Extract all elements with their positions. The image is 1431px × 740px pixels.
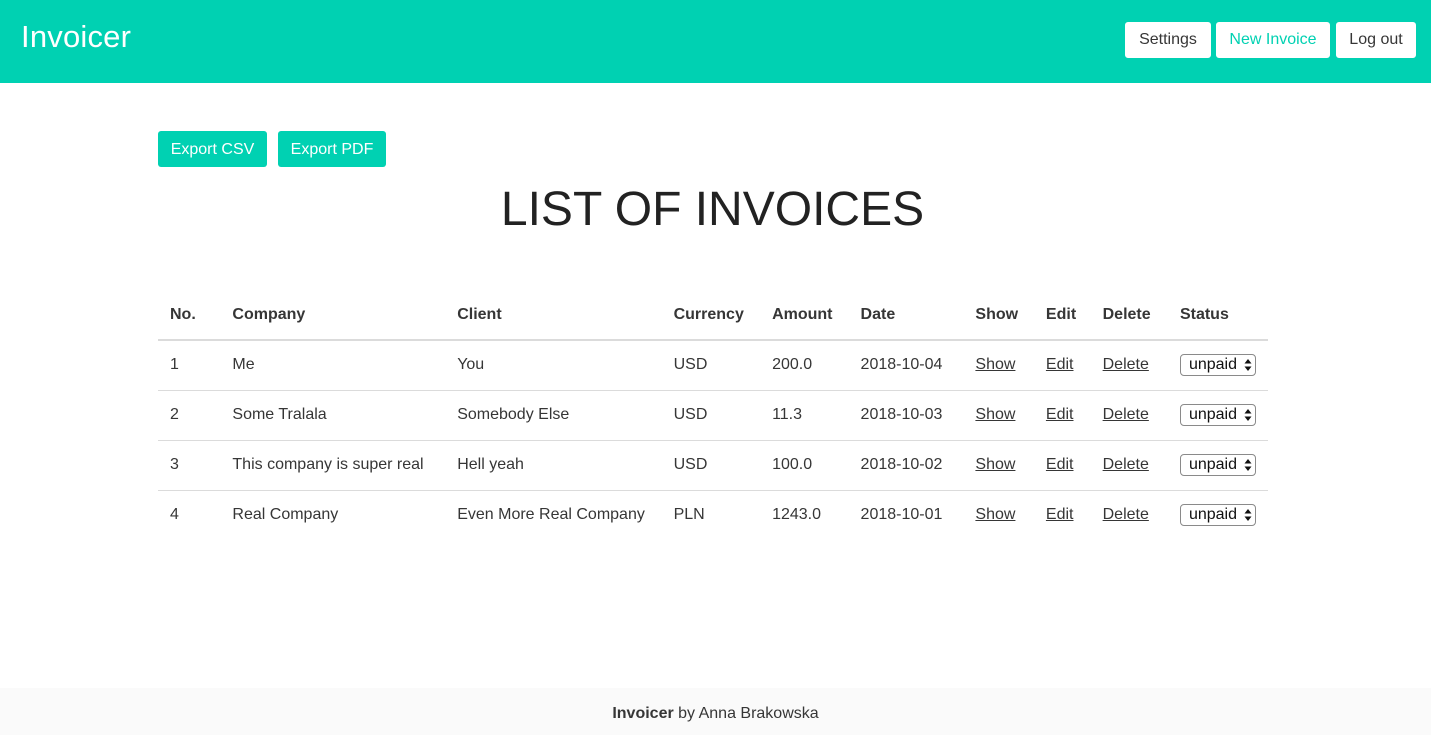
cell-edit: Edit — [1034, 490, 1091, 540]
status-select[interactable]: unpaid — [1179, 354, 1256, 377]
header-edit: Edit — [1033, 291, 1091, 341]
delete-link[interactable]: Delete — [1103, 506, 1149, 523]
show-link[interactable]: Show — [975, 506, 1015, 523]
up-down-arrows-icon — [1244, 459, 1252, 471]
cell-show: Show — [963, 340, 1034, 391]
cell-client: Even More Real Company — [457, 506, 645, 524]
edit-link[interactable]: Edit — [1046, 456, 1074, 473]
header-status: Status — [1167, 291, 1268, 341]
cell-no: 3 — [158, 440, 221, 491]
cell-show: Show — [963, 390, 1034, 441]
cell-edit: Edit — [1033, 340, 1091, 391]
status-value: unpaid — [1188, 356, 1237, 374]
cell-delete: Delete — [1090, 390, 1168, 441]
cell-client: Somebody Else — [445, 390, 662, 441]
export-csv-button[interactable]: Export CSV — [158, 131, 267, 167]
export-pdf-button[interactable]: Export PDF — [278, 131, 386, 167]
show-link[interactable]: Show — [975, 456, 1015, 473]
cell-show: Show — [963, 490, 1034, 540]
cell-client: Hell yeah — [445, 440, 662, 491]
cell-no: 1 — [158, 340, 221, 391]
settings-button[interactable]: Settings — [1125, 22, 1211, 58]
cell-edit: Edit — [1033, 440, 1091, 491]
status-select[interactable]: unpaid — [1179, 504, 1256, 527]
cell-currency: USD — [661, 440, 761, 491]
cell-date: 2018-10-04 — [848, 340, 964, 391]
header-client: Client — [445, 291, 662, 341]
cell-no: 2 — [158, 390, 221, 441]
cell-edit: Edit — [1033, 390, 1091, 441]
status-select[interactable]: unpaid — [1179, 404, 1256, 426]
cell-company: This company is super real — [220, 440, 446, 491]
invoices-table: No. Company Client Currency Amount Date … — [158, 291, 1268, 540]
footer-app-name: Invoicer — [612, 705, 674, 722]
cell-date: 2018-10-03 — [848, 390, 964, 441]
cell-show: Show — [963, 440, 1034, 491]
header-amount: Amount — [760, 291, 849, 341]
show-link[interactable]: Show — [975, 356, 1015, 373]
brand-logo[interactable]: Invoicer — [21, 18, 131, 56]
cell-company: Me — [220, 340, 446, 391]
cell-company: Some Tralala — [220, 390, 446, 441]
table-header-row: No. Company Client Currency Amount Date … — [158, 291, 1268, 341]
logout-button[interactable]: Log out — [1336, 22, 1416, 58]
cell-amount: 11.3 — [760, 390, 849, 441]
header-currency: Currency — [661, 291, 761, 341]
cell-no: 4 — [170, 506, 179, 524]
table-row: 1 Me You USD 200.0 2018-10-04 Show Edit … — [158, 340, 1268, 391]
cell-currency: USD — [661, 390, 761, 441]
show-link[interactable]: Show — [975, 406, 1015, 423]
table-row: 3 This company is super real Hell yeah U… — [158, 440, 1268, 491]
edit-link[interactable]: Edit — [1046, 356, 1074, 373]
delete-link[interactable]: Delete — [1103, 356, 1149, 373]
new-invoice-button[interactable]: New Invoice — [1216, 22, 1330, 58]
cell-currency: USD — [661, 340, 761, 391]
cell-amount: 1243.0 — [772, 506, 821, 524]
page-title: LIST OF INVOICES — [500, 183, 925, 236]
cell-delete: Delete — [1090, 440, 1168, 491]
footer-byline: by Anna Brakowska — [673, 705, 819, 722]
delete-link[interactable]: Delete — [1103, 406, 1149, 423]
header-date: Date — [848, 291, 964, 341]
table-row: 4 Real Company Even More Real Company PL… — [158, 490, 1268, 540]
header-company: Company — [220, 291, 446, 341]
cell-amount: 200.0 — [760, 340, 849, 391]
cell-company: Real Company — [232, 506, 339, 524]
header-delete: Delete — [1090, 291, 1168, 341]
cell-status: unpaid — [1167, 340, 1268, 391]
edit-link[interactable]: Edit — [1046, 406, 1074, 423]
status-value: unpaid — [1188, 456, 1237, 473]
table-row: 2 Some Tralala Somebody Else USD 11.3 20… — [158, 390, 1268, 441]
top-navbar: Invoicer Settings New Invoice Log out — [0, 0, 1431, 83]
header-show: Show — [963, 291, 1034, 341]
cell-date: 2018-10-02 — [848, 440, 964, 491]
up-down-arrows-icon — [1244, 509, 1252, 522]
up-down-arrows-icon — [1244, 409, 1252, 421]
cell-delete: Delete — [1091, 490, 1168, 540]
cell-status: unpaid — [1168, 490, 1268, 540]
cell-client: You — [445, 340, 662, 391]
cell-status: unpaid — [1167, 440, 1268, 491]
status-select[interactable]: unpaid — [1179, 454, 1256, 476]
page-footer: Invoicer by Anna Brakowska — [0, 688, 1431, 735]
status-value: unpaid — [1188, 406, 1237, 423]
header-no: No. — [158, 291, 221, 341]
status-value: unpaid — [1188, 506, 1237, 524]
cell-amount: 100.0 — [760, 440, 849, 491]
cell-status: unpaid — [1167, 390, 1268, 441]
delete-link[interactable]: Delete — [1103, 456, 1149, 473]
cell-delete: Delete — [1090, 340, 1168, 391]
cell-date: 2018-10-01 — [860, 506, 943, 524]
up-down-arrows-icon — [1244, 359, 1252, 372]
cell-currency: PLN — [673, 506, 705, 524]
edit-link[interactable]: Edit — [1046, 506, 1074, 523]
